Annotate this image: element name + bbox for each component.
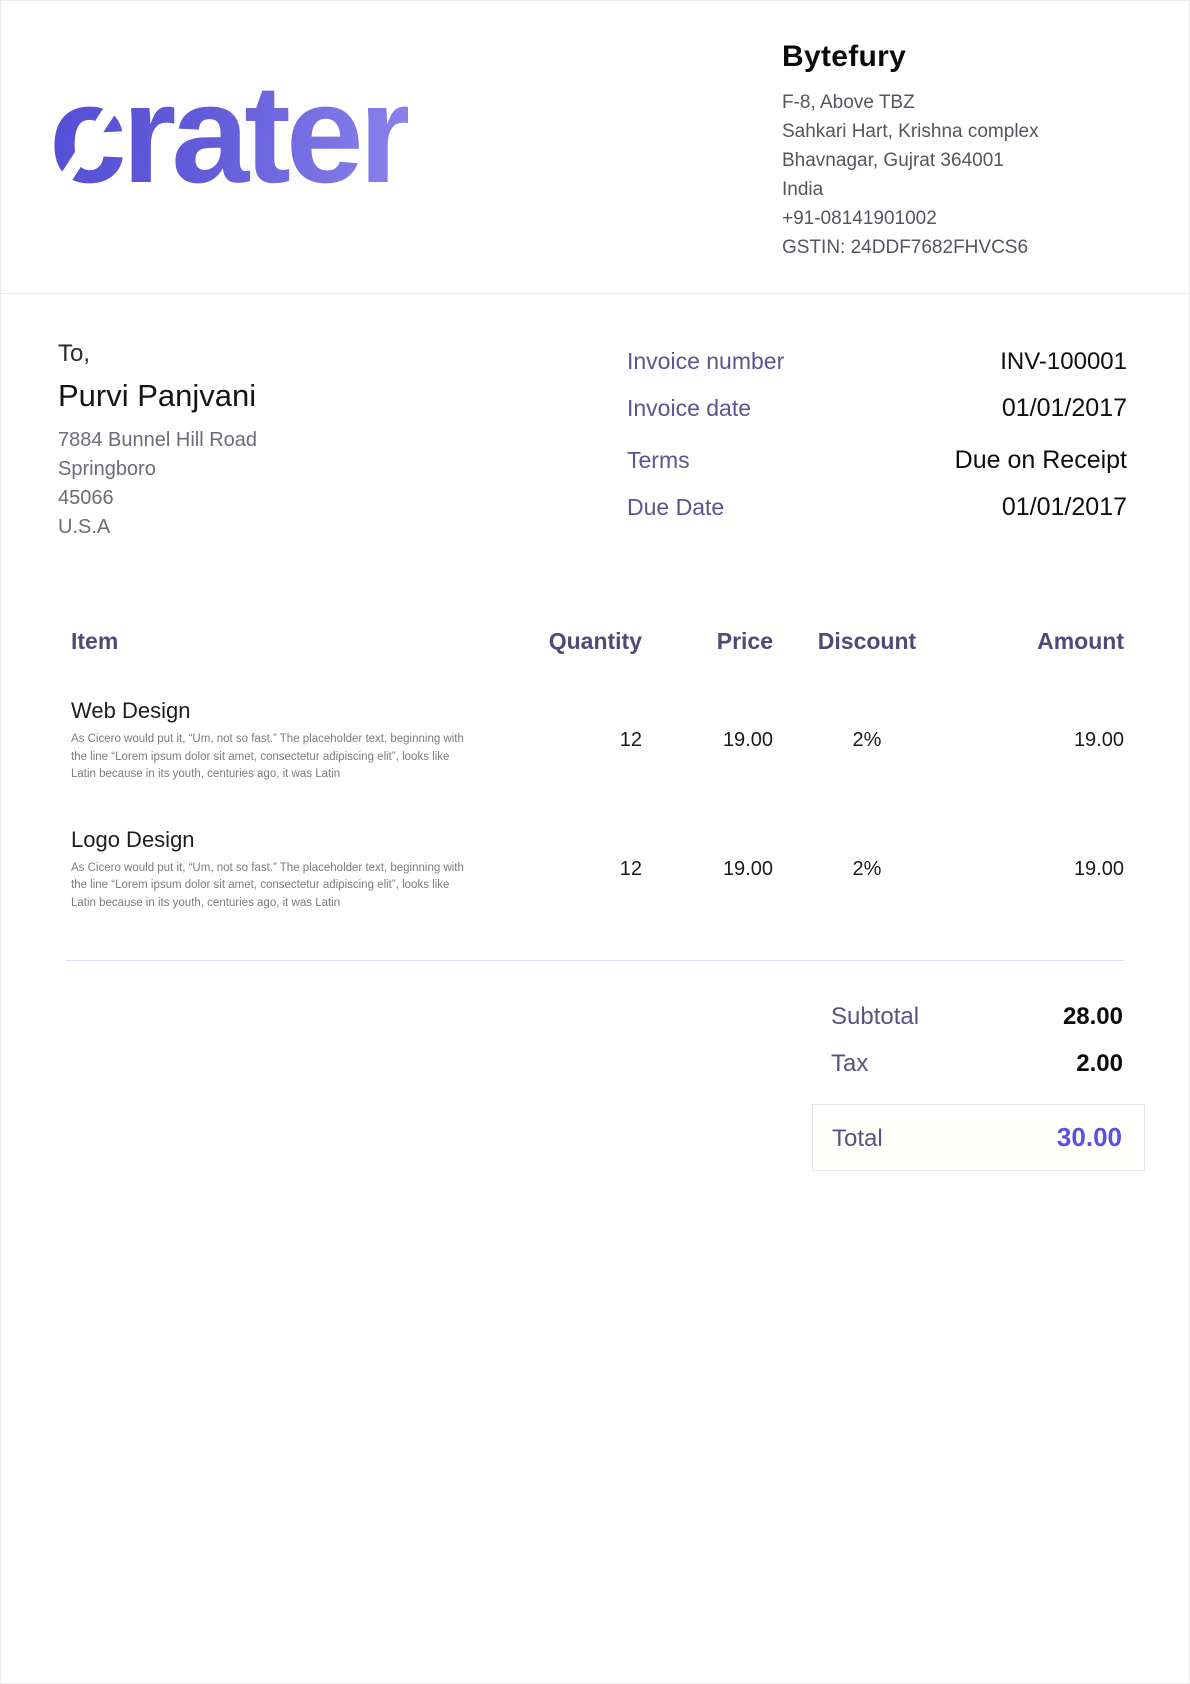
- customer-name: Purvi Panjvani: [58, 378, 257, 414]
- terms-label: Terms: [627, 447, 690, 474]
- subtotal-label: Subtotal: [831, 1003, 919, 1031]
- invoice-meta: Invoice number INV-100001 Invoice date 0…: [627, 338, 1127, 542]
- total-value: 30.00: [1057, 1122, 1122, 1153]
- crater-logo-wordmark: crater: [49, 59, 408, 209]
- customer-address-line: 7884 Bunnel Hill Road: [58, 426, 257, 455]
- terms-row: Terms Due on Receipt: [627, 446, 1127, 475]
- table-row: Web Design As Cicero would put it, “Um, …: [71, 698, 1124, 784]
- item-cell: Logo Design As Cicero would put it, “Um,…: [71, 827, 477, 913]
- column-header-price: Price: [642, 628, 773, 655]
- company-name: Bytefury: [782, 40, 1127, 74]
- subtotal-value: 28.00: [1063, 1003, 1123, 1031]
- company-phone: +91-08141901002: [782, 204, 1127, 233]
- billing-section: To, Purvi Panjvani 7884 Bunnel Hill Road…: [1, 294, 1189, 542]
- invoice-date-label: Invoice date: [627, 395, 751, 422]
- company-address-line: India: [782, 175, 1127, 204]
- item-description: As Cicero would put it, “Um, not so fast…: [71, 860, 477, 913]
- tax-row: Tax 2.00: [812, 1050, 1145, 1078]
- company-address: F-8, Above TBZ Sahkari Hart, Krishna com…: [782, 88, 1127, 262]
- item-discount: 2%: [773, 729, 961, 752]
- item-quantity: 12: [477, 858, 642, 881]
- tax-value: 2.00: [1076, 1050, 1123, 1078]
- customer-address-line: U.S.A: [58, 513, 257, 542]
- invoice-header: crater Bytefury F-8, Above TBZ Sahkari H…: [1, 1, 1189, 294]
- customer-address-line: Springboro: [58, 455, 257, 484]
- item-price: 19.00: [642, 729, 773, 752]
- bill-to-label: To,: [58, 340, 257, 368]
- terms-value: Due on Receipt: [955, 446, 1127, 475]
- invoice-number-label: Invoice number: [627, 348, 784, 375]
- total-box: Total 30.00: [812, 1104, 1145, 1171]
- customer-address: 7884 Bunnel Hill Road Springboro 45066 U…: [58, 426, 257, 542]
- bill-to-block: To, Purvi Panjvani 7884 Bunnel Hill Road…: [58, 338, 257, 542]
- table-row: Logo Design As Cicero would put it, “Um,…: [71, 827, 1124, 913]
- items-table: Item Quantity Price Discount Amount Web …: [71, 628, 1124, 912]
- item-name: Web Design: [71, 698, 477, 724]
- company-block: Bytefury F-8, Above TBZ Sahkari Hart, Kr…: [782, 37, 1127, 262]
- invoice-number-row: Invoice number INV-100001: [627, 348, 1127, 376]
- column-header-amount: Amount: [961, 628, 1124, 655]
- company-address-line: F-8, Above TBZ: [782, 88, 1127, 117]
- crater-logo: crater: [49, 59, 408, 209]
- item-price: 19.00: [642, 858, 773, 881]
- tax-label: Tax: [831, 1050, 868, 1078]
- due-date-label: Due Date: [627, 494, 724, 521]
- column-header-quantity: Quantity: [477, 628, 642, 655]
- customer-address-line: 45066: [58, 484, 257, 513]
- total-label: Total: [832, 1125, 883, 1153]
- company-address-line: Bhavnagar, Gujrat 364001: [782, 146, 1127, 175]
- column-header-item: Item: [71, 628, 477, 655]
- item-amount: 19.00: [961, 729, 1124, 752]
- logo-stencil-cut-r: [428, 115, 491, 203]
- totals-block: Subtotal 28.00 Tax 2.00 Total 30.00: [812, 1003, 1145, 1171]
- invoice-page: crater Bytefury F-8, Above TBZ Sahkari H…: [0, 0, 1190, 1684]
- invoice-number-value: INV-100001: [1000, 348, 1127, 376]
- item-amount: 19.00: [961, 858, 1124, 881]
- invoice-date-value: 01/01/2017: [1002, 394, 1127, 423]
- subtotal-row: Subtotal 28.00: [812, 1003, 1145, 1031]
- item-name: Logo Design: [71, 827, 477, 853]
- due-date-row: Due Date 01/01/2017: [627, 493, 1127, 522]
- due-date-value: 01/01/2017: [1002, 493, 1127, 522]
- column-header-discount: Discount: [773, 628, 961, 655]
- company-gstin: GSTIN: 24DDF7682FHVCS6: [782, 233, 1127, 262]
- items-table-header: Item Quantity Price Discount Amount: [71, 628, 1124, 655]
- item-discount: 2%: [773, 858, 961, 881]
- item-cell: Web Design As Cicero would put it, “Um, …: [71, 698, 477, 784]
- invoice-date-row: Invoice date 01/01/2017: [627, 394, 1127, 423]
- company-address-line: Sahkari Hart, Krishna complex: [782, 117, 1127, 146]
- item-quantity: 12: [477, 729, 642, 752]
- totals-divider: [66, 960, 1124, 961]
- item-description: As Cicero would put it, “Um, not so fast…: [71, 731, 477, 784]
